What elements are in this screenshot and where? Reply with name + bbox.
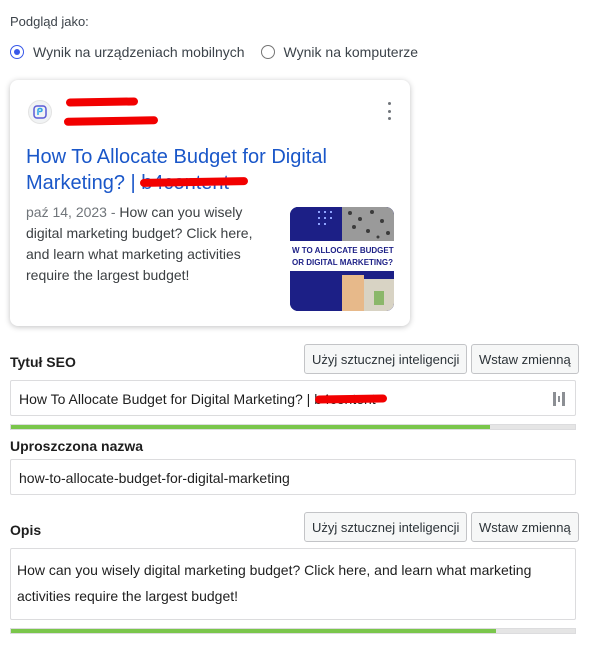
site-favicon-icon <box>28 100 52 124</box>
insert-variable-icon[interactable] <box>553 392 565 409</box>
description-ai-button[interactable]: Użyj sztucznej inteligencji <box>304 512 468 542</box>
seo-title-ai-button[interactable]: Użyj sztucznej inteligencji <box>304 344 468 374</box>
preview-label: Podgląd jako: <box>10 14 89 29</box>
svg-text:W TO ALLOCATE BUDGET: W TO ALLOCATE BUDGET <box>292 246 394 255</box>
seo-title-length-fill <box>11 425 491 429</box>
mobile-radio-label[interactable]: Wynik na urządzeniach mobilnych <box>33 44 245 60</box>
description-label: Opis <box>10 522 42 538</box>
mobile-radio[interactable] <box>10 45 24 59</box>
more-options-icon[interactable] <box>382 102 396 120</box>
slug-input[interactable]: how-to-allocate-budget-for-digital-marke… <box>10 459 576 495</box>
serp-thumbnail: W TO ALLOCATE BUDGET OR DIGITAL MARKETIN… <box>290 207 394 311</box>
seo-title-insert-variable-button[interactable]: Wstaw zmienną <box>471 344 579 374</box>
description-length-bar <box>10 628 576 634</box>
seo-title-length-bar <box>10 424 576 430</box>
slug-label: Uproszczona nazwa <box>10 438 144 454</box>
seo-title-redaction <box>314 394 388 404</box>
seo-title-label: Tytuł SEO <box>10 354 76 370</box>
serp-snippet: paź 14, 2023 - How can you wisely digita… <box>26 202 276 286</box>
description-textarea[interactable]: How can you wisely digital marketing bud… <box>10 548 576 620</box>
serp-title[interactable]: How To Allocate Budget for Digital Marke… <box>26 144 356 196</box>
serp-date: paź 14, 2023 <box>26 204 107 220</box>
svg-text:OR DIGITAL MARKETING?: OR DIGITAL MARKETING? <box>292 258 393 267</box>
desktop-radio[interactable] <box>260 45 275 59</box>
site-name-redaction <box>65 97 139 107</box>
description-textarea-value: How can you wisely digital marketing bud… <box>17 562 532 604</box>
preview-mode-radio-group: Wynik na urządzeniach mobilnych Wynik na… <box>10 44 434 60</box>
serp-preview-card: How To Allocate Budget for Digital Marke… <box>10 80 410 326</box>
slug-input-value: how-to-allocate-budget-for-digital-marke… <box>19 470 290 486</box>
site-url-redaction <box>63 116 159 126</box>
desktop-radio-label[interactable]: Wynik na komputerze <box>284 44 418 60</box>
seo-title-input[interactable]: How To Allocate Budget for Digital Marke… <box>10 380 576 416</box>
description-insert-variable-button[interactable]: Wstaw zmienną <box>471 512 579 542</box>
serp-separator: - <box>110 204 116 220</box>
description-length-fill <box>11 629 497 633</box>
